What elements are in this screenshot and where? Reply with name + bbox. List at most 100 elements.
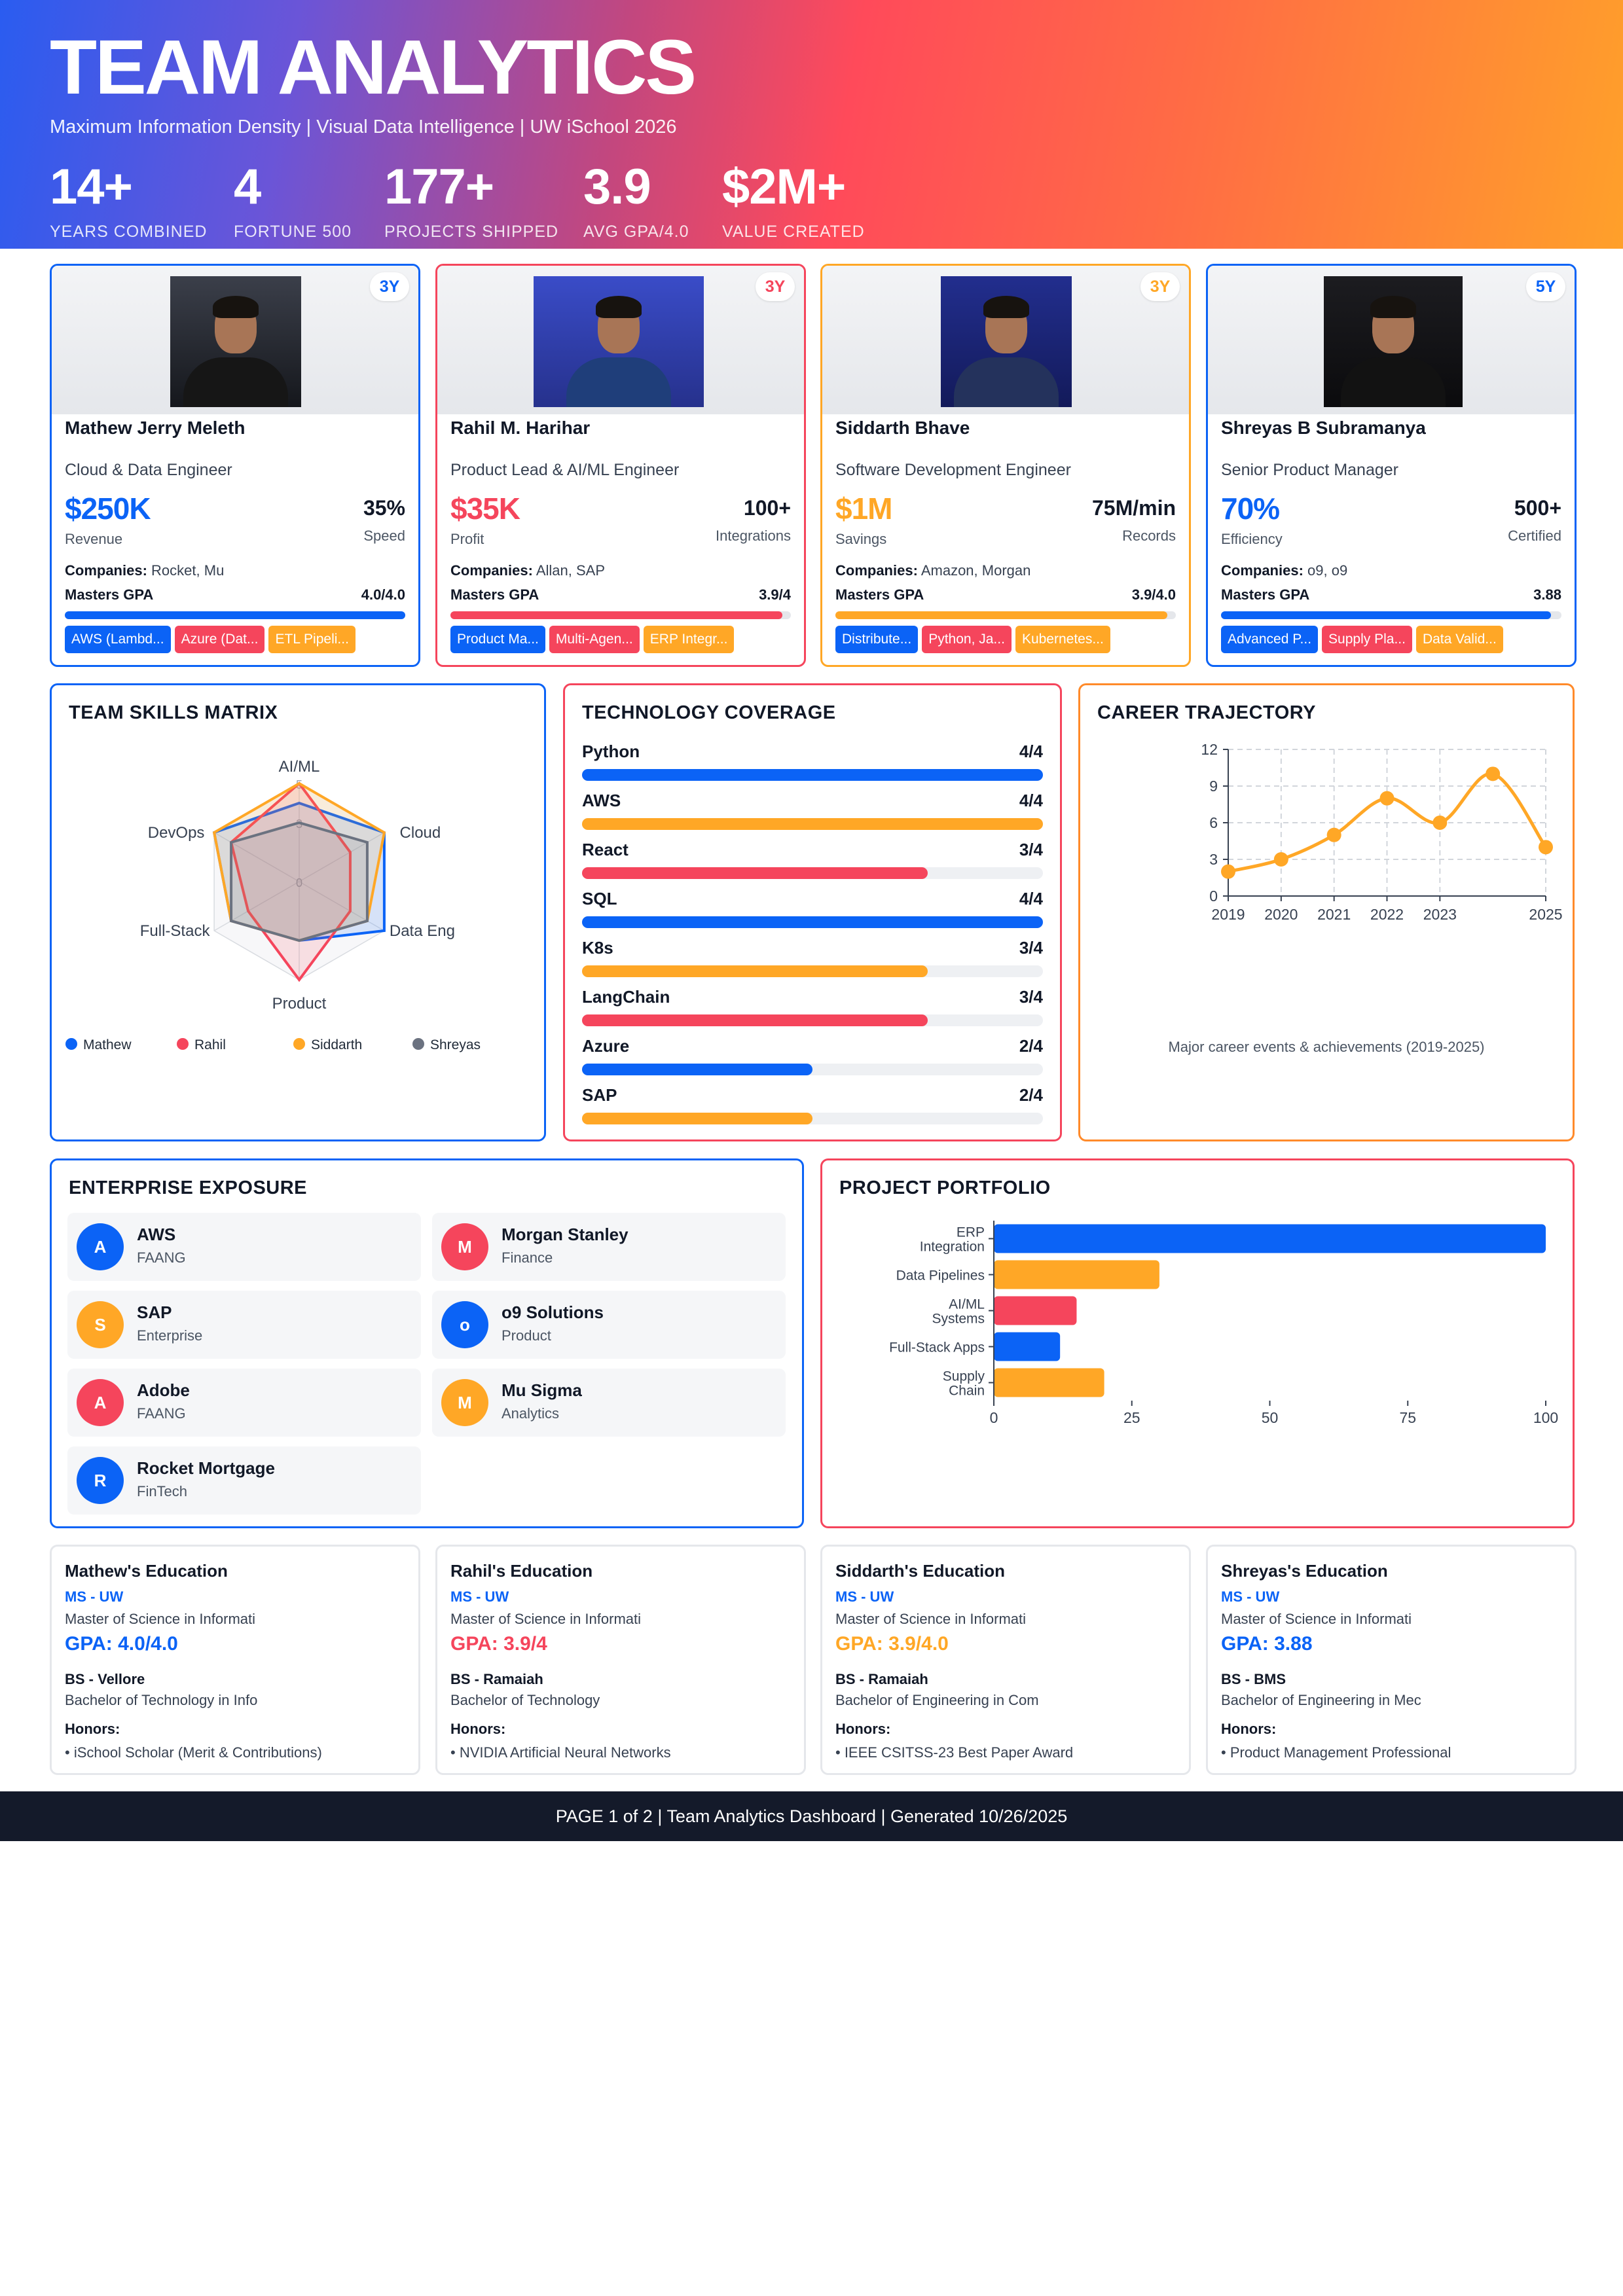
photo-area (52, 266, 418, 414)
enterprise-item[interactable]: S SAP Enterprise (67, 1291, 421, 1359)
profile-card: 5Y Shreyas B Subramanya Senior Product Man… (1206, 264, 1577, 667)
honors-value: • Product Management Professional (1221, 1744, 1451, 1761)
education-card: Shreyas's Education MS - UW Master of Scie… (1206, 1545, 1577, 1775)
secondary-metric-label: Speed (363, 528, 405, 544)
profile-name: Mathew Jerry Meleth (65, 418, 246, 438)
x-tick-label: 2020 (1264, 906, 1298, 923)
panel-title: ENTERPRISE EXPOSURE (69, 1177, 308, 1198)
skill-tag[interactable]: AWS (Lambd... (65, 626, 171, 653)
education-title: Shreyas's Education (1221, 1561, 1388, 1581)
tech-score: 4/4 (1019, 791, 1043, 810)
tech-bar (582, 1014, 1043, 1026)
tech-row: LangChain 3/4 (582, 987, 1043, 1026)
ms-description: Master of Science in Informati (450, 1611, 642, 1627)
profile-photo (170, 276, 301, 407)
enterprise-item[interactable]: o o9 Solutions Product (432, 1291, 786, 1359)
skills-matrix-panel: TEAM SKILLS MATRIX 5 3 0 AI/ML Cloud Data Eng… (50, 683, 546, 1141)
legend-marker (177, 1038, 189, 1050)
legend-label: Mathew (83, 1037, 132, 1052)
skill-tag[interactable]: Python, Ja... (922, 626, 1012, 653)
skill-tag[interactable]: ETL Pipeli... (268, 626, 356, 653)
profile-role: Senior Product Manager (1221, 461, 1398, 479)
enterprise-item[interactable]: M Morgan Stanley Finance (432, 1213, 786, 1281)
tech-score: 4/4 (1019, 889, 1043, 908)
enterprise-item[interactable]: A Adobe FAANG (67, 1369, 421, 1437)
company-name: AWS (137, 1225, 176, 1244)
tech-score: 3/4 (1019, 840, 1043, 859)
gpa-bar-fill (835, 611, 1167, 619)
skill-tags: AWS (Lambd... Azure (Dat... ETL Pipeli... (65, 626, 356, 653)
skill-tag[interactable]: Product Ma... (450, 626, 545, 653)
tech-name: K8s (582, 938, 613, 958)
skill-tag[interactable]: Data Valid... (1415, 626, 1503, 653)
company-name: o9 Solutions (501, 1302, 604, 1322)
y-tick-label: 0 (1209, 888, 1218, 905)
x-tick-label: 0 (990, 1409, 998, 1426)
portfolio-bar (994, 1296, 1077, 1325)
tech-bar-fill (582, 1014, 928, 1026)
enterprise-item[interactable]: R Rocket Mortgage FinTech (67, 1446, 421, 1515)
photo-hair (596, 296, 642, 318)
gpa-bar (450, 611, 791, 619)
profile-card: 3Y Siddarth Bhave Software Development Eng… (820, 264, 1191, 667)
gpa-value: 4.0/4.0 (361, 586, 405, 603)
primary-metric-label: Savings (835, 531, 887, 547)
tech-bar-fill (582, 867, 928, 879)
companies: Companies: Amazon, Morgan (835, 562, 1030, 579)
photo-hair (213, 296, 259, 318)
skill-tag[interactable]: Supply Pla... (1322, 626, 1412, 653)
y-tick-label: 3 (1209, 851, 1218, 868)
secondary-metric-value: 35% (363, 496, 405, 520)
skill-tag[interactable]: Azure (Dat... (174, 626, 265, 653)
education-card: Mathew's Education MS - UW Master of Scien… (50, 1545, 420, 1775)
photo-body (566, 357, 671, 407)
companies-label: Companies: (450, 562, 533, 579)
primary-metric-label: Revenue (65, 531, 123, 547)
company-initial-icon: M (441, 1379, 488, 1426)
skill-tag[interactable]: ERP Integr... (643, 626, 735, 653)
skill-tag[interactable]: Advanced P... (1221, 626, 1319, 653)
gpa-bar (835, 611, 1176, 619)
category-label: Supply (943, 1369, 985, 1384)
radar-axis-label: Data Eng (390, 922, 455, 940)
career-point (1432, 816, 1448, 830)
career-panel: CAREER TRAJECTORY 0 3 6 9 12 2019 2020 2021 2022… (1078, 683, 1575, 1141)
enterprise-item[interactable]: A AWS FAANG (67, 1213, 421, 1281)
skill-tag[interactable]: Kubernetes... (1015, 626, 1110, 653)
stat-gpa: 3.9 AVG GPA/4.0 (583, 159, 689, 242)
secondary-metric-label: Records (1122, 528, 1176, 544)
header-banner: TEAM ANALYTICS Maximum Information Densi… (0, 0, 1623, 249)
x-tick-label: 50 (1262, 1409, 1279, 1426)
company-category: FinTech (137, 1483, 188, 1499)
gpa-bar-fill (450, 611, 782, 619)
ms-degree: MS - UW (1221, 1588, 1280, 1605)
gpa-bar (1221, 611, 1561, 619)
enterprise-item[interactable]: M Mu Sigma Analytics (432, 1369, 786, 1437)
bs-description: Bachelor of Engineering in Mec (1221, 1692, 1421, 1708)
companies-value: Amazon, Morgan (921, 562, 1031, 579)
category-label: ERP (957, 1225, 985, 1240)
company-name: Mu Sigma (501, 1380, 582, 1400)
x-tick-label: 2025 (1529, 906, 1562, 923)
honors-label: Honors: (450, 1721, 506, 1737)
skill-tag[interactable]: Multi-Agen... (549, 626, 640, 653)
honors-value: • NVIDIA Artificial Neural Networks (450, 1744, 671, 1761)
career-point (1486, 766, 1501, 781)
ms-degree: MS - UW (835, 1588, 894, 1605)
stat-years: 14+ YEARS COMBINED (50, 159, 208, 242)
primary-metric-label: Efficiency (1221, 531, 1283, 547)
companies: Companies: Allan, SAP (450, 562, 605, 579)
skill-tags: Product Ma... Multi-Agen... ERP Integr... (450, 626, 735, 653)
company-category: Analytics (501, 1405, 560, 1422)
skill-tag[interactable]: Distribute... (835, 626, 919, 653)
tech-name: AWS (582, 791, 621, 810)
gpa-label: Masters GPA (65, 586, 154, 603)
radar-axis-label: DevOps (148, 824, 205, 842)
companies-label: Companies: (1221, 562, 1304, 579)
secondary-metric-value: 100+ (743, 496, 791, 520)
experience-badge: 3Y (1140, 272, 1180, 301)
tech-bar (582, 1064, 1043, 1075)
career-point (1379, 791, 1395, 806)
career-line-chart: 0 3 6 9 12 2019 2020 2021 2022 2023 2025 (1201, 741, 1562, 923)
education-gpa: GPA: 3.9/4.0 (835, 1633, 949, 1655)
